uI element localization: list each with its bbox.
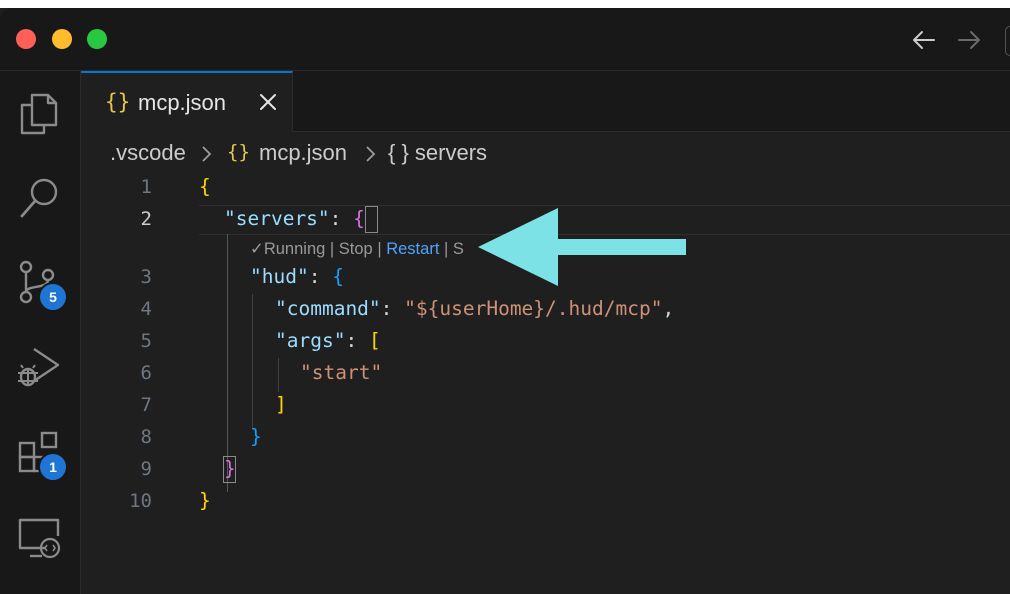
- code-line-8: }: [250, 425, 262, 448]
- layout-toggle-button[interactable]: [1005, 26, 1010, 56]
- line-number: 6: [140, 362, 152, 384]
- codelens-status: Running: [263, 240, 326, 258]
- line-number: 9: [140, 458, 152, 480]
- colon: :: [308, 265, 333, 288]
- extensions-badge: 1: [38, 452, 68, 482]
- line-number: 7: [140, 394, 152, 416]
- line-number: 5: [140, 330, 152, 352]
- vscode-window: 5 1 {} mcp.json .vscode {} mcp.json {} …: [0, 0, 1010, 594]
- codelens-restart-button[interactable]: Restart: [386, 240, 439, 258]
- tab-close-button[interactable]: [257, 91, 279, 113]
- codelens-stop-button[interactable]: Stop: [339, 240, 373, 258]
- window-close-button[interactable]: [16, 29, 36, 49]
- line-number: 2: [140, 208, 152, 230]
- json-string: "${userHome}/.hud/mcp": [404, 297, 663, 320]
- code-line-7: ]: [275, 393, 287, 416]
- annotation-arrow-icon: [478, 208, 686, 286]
- colon: :: [345, 329, 369, 352]
- code-line-6: "start": [300, 361, 382, 384]
- window-maximize-button[interactable]: [87, 29, 107, 49]
- tab-bar: {} mcp.json: [81, 71, 1010, 132]
- json-key: "hud": [250, 265, 309, 288]
- remote-explorer-icon: [18, 518, 61, 559]
- explorer-icon: [20, 93, 58, 135]
- line-number: 8: [140, 426, 152, 448]
- run-debug-button[interactable]: [14, 341, 66, 393]
- window-minimize-button[interactable]: [52, 29, 72, 49]
- code-line-10: }: [199, 489, 211, 512]
- json-key: "command": [275, 297, 381, 320]
- line-number: 1: [140, 176, 152, 198]
- chevron-right-icon: [364, 140, 378, 174]
- code-line-1: {: [199, 175, 211, 198]
- colon: :: [329, 207, 354, 230]
- bracket: ]: [275, 393, 287, 416]
- json-string: "start": [300, 361, 383, 384]
- indent-guide: [252, 294, 253, 428]
- bracket-match-highlight: [223, 456, 236, 483]
- close-icon: [260, 94, 276, 110]
- breadcrumb-file[interactable]: mcp.json: [259, 140, 347, 166]
- brace: {: [199, 175, 211, 198]
- run-debug-icon: [18, 348, 60, 387]
- nav-forward-button[interactable]: [955, 26, 983, 54]
- codelens-separator: |: [329, 240, 335, 258]
- brace: }: [199, 489, 211, 512]
- brace: }: [250, 425, 262, 448]
- source-control-badge: 5: [38, 282, 68, 312]
- json-key: "args": [275, 329, 346, 352]
- activity-bar: 5 1: [0, 71, 81, 594]
- codelens-separator: |: [377, 240, 382, 258]
- remote-explorer-button[interactable]: [14, 512, 66, 564]
- title-bar: [0, 8, 1010, 71]
- nav-back-button[interactable]: [910, 26, 938, 54]
- code-line-4: "command": "${userHome}/.hud/mcp",: [275, 297, 674, 320]
- breadcrumb-symbol[interactable]: { } servers: [388, 140, 487, 166]
- colon: :: [380, 297, 405, 320]
- json-key: "servers": [224, 207, 330, 230]
- json-file-icon: {}: [105, 90, 131, 114]
- source-control-button[interactable]: 5: [14, 257, 68, 312]
- indent-guide: [278, 358, 279, 392]
- comma: ,: [662, 297, 675, 320]
- codelens-more[interactable]: S: [453, 240, 464, 258]
- chevron-right-icon: [200, 140, 214, 174]
- check-icon: ✓: [250, 240, 264, 258]
- tab-label: mcp.json: [138, 90, 227, 115]
- window-top-edge: [0, 0, 1010, 8]
- code-line-3: "hud": {: [250, 265, 344, 288]
- extensions-button[interactable]: 1: [14, 427, 68, 482]
- arrow-left-icon: [913, 31, 935, 49]
- code-line-2: "servers": {: [224, 207, 365, 230]
- explorer-button[interactable]: [14, 87, 66, 139]
- line-number: 10: [129, 490, 152, 512]
- brace: {: [332, 265, 344, 288]
- indent-guide: [227, 234, 228, 492]
- codelens-separator: |: [444, 240, 449, 258]
- bracket-match-highlight: [365, 206, 378, 233]
- search-button[interactable]: [14, 172, 66, 224]
- code-line-5: "args": [: [275, 329, 381, 352]
- brace: {: [353, 207, 365, 230]
- mcp-server-codelens: ✓Running | Stop | Restart | S: [250, 239, 464, 259]
- line-number: 3: [140, 266, 152, 288]
- search-icon: [20, 178, 58, 218]
- json-file-icon: {}: [227, 141, 250, 163]
- arrow-right-icon: [958, 31, 980, 49]
- bracket: [: [368, 329, 381, 352]
- line-number: 4: [140, 298, 152, 320]
- tab-mcp-json[interactable]: {} mcp.json: [81, 71, 293, 132]
- breadcrumb-folder[interactable]: .vscode: [110, 140, 186, 166]
